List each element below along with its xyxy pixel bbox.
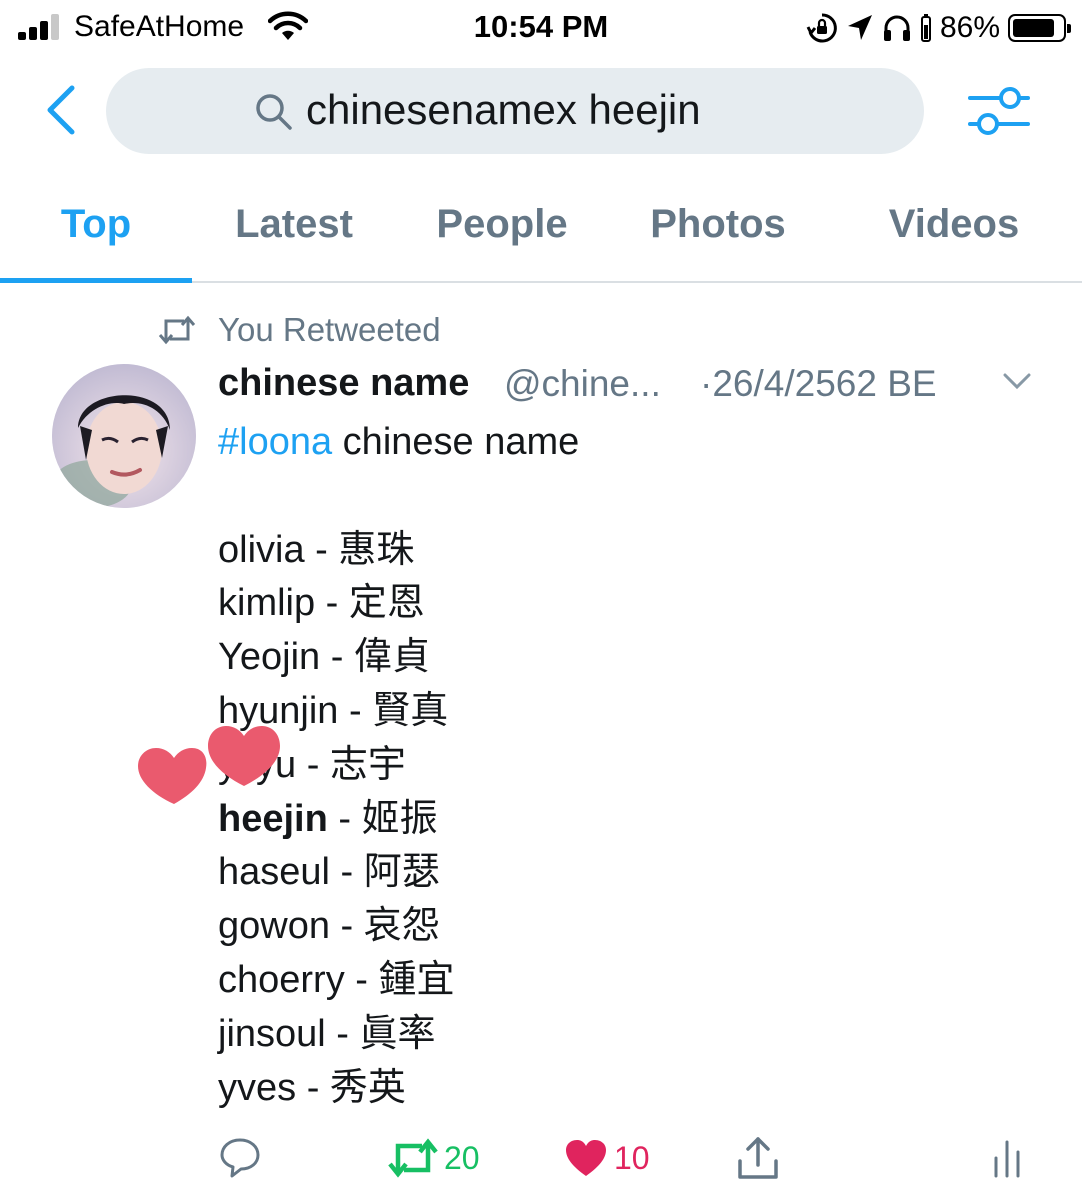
avatar[interactable] <box>52 364 196 508</box>
sliders-icon[interactable] <box>966 82 1032 142</box>
retweet-active-icon <box>388 1138 438 1178</box>
latin-name: jinsoul <box>218 1012 326 1055</box>
separator: - <box>329 905 364 948</box>
chevron-down-icon[interactable] <box>1002 370 1032 392</box>
tab-videos[interactable]: Videos <box>850 202 1058 247</box>
chinese-name: 偉貞 <box>353 636 430 679</box>
search-tabs: Top Latest People Photos Videos <box>0 180 1082 283</box>
like-button[interactable]: 10 <box>564 1130 650 1186</box>
search-query[interactable]: chinesenamex heejin <box>306 86 701 134</box>
avatar-image <box>52 364 196 508</box>
tweet-actions: 20 10 <box>0 1130 1082 1186</box>
name-line: jinsoul - 眞率 <box>218 1008 1018 1062</box>
headline-text: chinese name <box>332 421 580 463</box>
chevron-left-icon[interactable] <box>40 84 84 136</box>
name-list: olivia - 惠珠 kimlip - 定恩 Yeojin - 偉貞 hyunjin… <box>218 524 1018 1116</box>
separator: - <box>329 851 364 894</box>
tab-latest[interactable]: Latest <box>200 202 388 247</box>
chinese-name: 鍾宜 <box>378 958 455 1001</box>
retweet-button[interactable]: 20 <box>388 1130 480 1186</box>
chinese-name: 賢真 <box>372 689 449 732</box>
separator: - <box>338 689 373 732</box>
tweet-text: #loona chinese name olivia - 惠珠 kimlip - … <box>218 416 1018 1115</box>
analytics-icon <box>994 1140 1020 1178</box>
chinese-name: 秀英 <box>329 1066 406 1109</box>
latin-name: Yeojin <box>218 636 321 679</box>
magnifier-icon <box>256 94 292 130</box>
heart-stickers-icon <box>138 726 280 804</box>
separator: - <box>296 1066 330 1109</box>
location-arrow-icon <box>847 15 872 40</box>
retweet-context: You Retweeted <box>158 310 441 350</box>
orientation-lock-icon <box>806 13 837 43</box>
share-button[interactable] <box>736 1130 780 1186</box>
latin-name: olivia <box>218 528 305 571</box>
reply-icon <box>220 1138 260 1178</box>
tweet-date[interactable]: ·26/4/2562 BE <box>700 363 937 405</box>
active-tab-indicator <box>0 278 192 283</box>
name-line: heejin - 姬振 <box>218 793 1018 847</box>
tab-photos[interactable]: Photos <box>620 202 816 247</box>
analytics-button[interactable] <box>992 1130 1022 1186</box>
tab-top[interactable]: Top <box>0 202 192 247</box>
like-count: 10 <box>614 1139 650 1176</box>
author-name[interactable]: chinese name <box>218 362 469 405</box>
share-icon <box>738 1137 778 1179</box>
heart-icon <box>566 1140 606 1176</box>
separator: - <box>296 743 330 786</box>
name-line: olivia - 惠珠 <box>218 524 1018 578</box>
name-line: Yeojin - 偉貞 <box>218 631 1018 685</box>
hashtag-link[interactable]: #loona <box>218 421 332 463</box>
battery-icon <box>1008 14 1071 42</box>
retweet-count: 20 <box>444 1139 480 1176</box>
tab-people[interactable]: People <box>410 202 594 247</box>
latin-name: yves <box>218 1066 297 1109</box>
chinese-name: 阿瑟 <box>363 851 440 894</box>
separator: - <box>315 582 349 625</box>
chinese-name: 哀怨 <box>363 905 440 948</box>
battery-percent: 86% <box>939 11 1000 44</box>
name-line: hyunjin - 賢真 <box>218 685 1018 739</box>
separator: - <box>344 958 379 1001</box>
separator: - <box>304 528 339 571</box>
headphones-icon <box>883 15 910 41</box>
chinese-name: 姬振 <box>361 797 438 840</box>
chinese-name: 志宇 <box>329 743 406 786</box>
latin-name: kimlip <box>218 582 316 625</box>
name-line: gowon - 哀怨 <box>218 900 1018 954</box>
latin-name: gowon <box>218 905 330 948</box>
tweet-headline: #loona chinese name <box>218 416 1018 470</box>
separator: - <box>320 636 354 679</box>
name-line: yves - 秀英 <box>218 1062 1018 1116</box>
search-input[interactable]: chinesenamex heejin <box>106 68 924 154</box>
battery-fill <box>1013 19 1055 37</box>
status-right-group: 86% <box>806 8 1071 48</box>
battery-small-icon <box>920 14 931 42</box>
chinese-name: 定恩 <box>348 582 425 625</box>
chinese-name: 眞率 <box>359 1012 436 1055</box>
retweet-label: You Retweeted <box>218 311 441 348</box>
author-handle[interactable]: @chine... <box>504 363 661 405</box>
search-header: chinesenamex heejin <box>0 62 1082 162</box>
name-line: kimlip - 定恩 <box>218 577 1018 631</box>
reply-button[interactable] <box>218 1130 268 1186</box>
chinese-name: 惠珠 <box>338 528 415 571</box>
separator: - <box>327 797 362 840</box>
retweet-icon <box>158 315 196 345</box>
tweet-header: chinese name @chine... ·26/4/2562 BE <box>218 362 1048 408</box>
name-line: haseul - 阿瑟 <box>218 846 1018 900</box>
name-line: choerry - 鍾宜 <box>218 954 1018 1008</box>
status-bar: SafeAtHome 10:54 PM 86% <box>0 0 1082 56</box>
separator: - <box>325 1012 360 1055</box>
name-line: yvyu - 志宇 <box>218 739 1018 793</box>
latin-name: choerry <box>218 958 345 1001</box>
latin-name: haseul <box>218 851 330 894</box>
